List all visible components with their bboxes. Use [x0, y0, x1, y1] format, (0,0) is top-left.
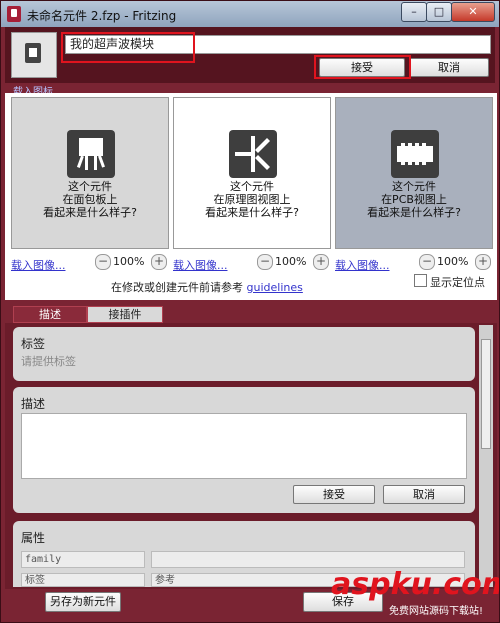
maximize-button[interactable]: □ [426, 2, 452, 22]
pcb-zoom-control: − 100% + [419, 254, 493, 270]
body-scrollbar[interactable] [479, 325, 493, 587]
schematic-load-image-link[interactable]: 载入图像... [173, 257, 228, 273]
breadboard-view-panel[interactable]: 这个元件 在面包板上 看起来是什么样子? [11, 97, 169, 249]
breadboard-caption-line2: 在面包板上 [62, 193, 118, 206]
guidelines-note: 在修改或创建元件前请参考 guidelines [111, 279, 303, 295]
property-key-label[interactable]: 标签 [21, 573, 145, 587]
zoom-out-icon[interactable]: − [419, 254, 435, 270]
zoom-in-icon[interactable]: + [475, 254, 491, 270]
pcb-load-image-link[interactable]: 载入图像... [335, 257, 390, 273]
description-textarea[interactable] [21, 413, 467, 479]
description-cancel-button[interactable]: 取消 [383, 485, 465, 504]
close-button[interactable]: ✕ [451, 2, 495, 22]
pcb-caption-line3: 看起来是什么样子? [367, 206, 461, 219]
highlight-accept-box [314, 55, 411, 79]
description-title: 描述 [21, 397, 46, 411]
show-anchor-label: 显示定位点 [430, 276, 485, 289]
breadboard-zoom-control: − 100% + [95, 254, 169, 270]
zoom-value: 100% [113, 255, 145, 268]
watermark-subtitle: 免费网站源码下载站! [389, 606, 484, 617]
breadboard-load-image-link[interactable]: 载入图像... [11, 257, 66, 273]
show-anchor-checkbox[interactable] [414, 274, 427, 287]
zoom-in-icon[interactable]: + [151, 254, 167, 270]
guidelines-note-text: 在修改或创建元件前请参考 [111, 281, 243, 294]
pcb-caption-line2: 在PCB视图上 [381, 193, 447, 206]
pcb-caption-line1: 这个元件 [392, 180, 436, 193]
fritzing-app-icon [7, 6, 21, 22]
pcb-caption: 这个元件 在PCB视图上 看起来是什么样子? [336, 180, 492, 219]
description-section: 描述 接受 取消 [13, 387, 475, 513]
tags-section: 标签 请提供标签 [13, 327, 475, 381]
highlight-name-box [61, 32, 195, 63]
tags-title: 标签 [21, 337, 46, 351]
zoom-out-icon[interactable]: − [257, 254, 273, 270]
zoom-value: 100% [437, 255, 469, 268]
property-value-family[interactable] [151, 551, 465, 568]
schematic-view-panel[interactable]: 这个元件 在原理图视图上 看起来是什么样子? [173, 97, 331, 249]
part-icon-preview[interactable] [11, 32, 57, 78]
window-title: 未命名元件 2.fzp - Fritzing [27, 9, 177, 23]
fritzing-parts-editor-window: 未命名元件 2.fzp - Fritzing – □ ✕ 我的超声波模块 接受 … [0, 0, 500, 623]
description-accept-button[interactable]: 接受 [293, 485, 375, 504]
part-document-icon [25, 43, 41, 63]
properties-title: 属性 [21, 531, 46, 545]
pcb-icon [391, 130, 439, 178]
schematic-icon [229, 130, 277, 178]
property-key-family[interactable]: family [21, 551, 145, 568]
breadboard-caption: 这个元件 在面包板上 看起来是什么样子? [12, 180, 168, 219]
watermark-logo: aspku.com [331, 567, 500, 602]
zoom-out-icon[interactable]: − [95, 254, 111, 270]
tab-description[interactable]: 描述 [13, 306, 87, 323]
breadboard-caption-line3: 看起来是什么样子? [43, 206, 137, 219]
tab-connectors[interactable]: 接插件 [87, 306, 163, 323]
header-cancel-button[interactable]: 取消 [409, 58, 489, 77]
save-as-new-part-button[interactable]: 另存为新元件 [45, 592, 121, 612]
scrollbar-thumb[interactable] [481, 339, 491, 449]
title-bar: 未命名元件 2.fzp - Fritzing – □ ✕ [1, 1, 499, 27]
pcb-view-panel[interactable]: 这个元件 在PCB视图上 看起来是什么样子? [335, 97, 493, 249]
breadboard-caption-line1: 这个元件 [68, 180, 112, 193]
breadboard-icon [67, 130, 115, 178]
zoom-in-icon[interactable]: + [313, 254, 329, 270]
guidelines-link[interactable]: guidelines [247, 281, 303, 294]
tags-input[interactable]: 请提供标签 [21, 353, 76, 369]
schematic-caption: 这个元件 在原理图视图上 看起来是什么样子? [174, 180, 330, 219]
schematic-caption-line3: 看起来是什么样子? [205, 206, 299, 219]
schematic-caption-line1: 这个元件 [230, 180, 274, 193]
schematic-zoom-control: − 100% + [257, 254, 331, 270]
schematic-caption-line2: 在原理图视图上 [213, 193, 291, 206]
zoom-value: 100% [275, 255, 307, 268]
minimize-button[interactable]: – [401, 2, 427, 22]
